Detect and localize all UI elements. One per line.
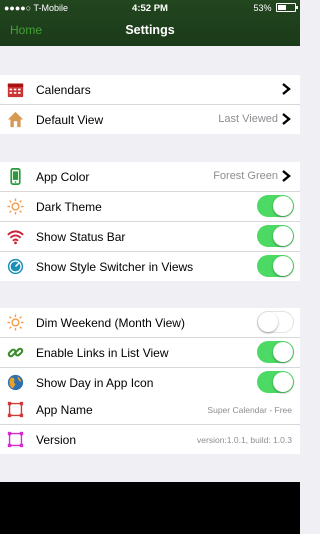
row-label: Calendars [36, 83, 91, 97]
row-version: Version version:1.0.1, build: 1.0.3 [0, 425, 300, 454]
row-value: Forest Green [213, 170, 278, 182]
row-label: Show Style Switcher in Views [36, 260, 194, 274]
toggle-switch[interactable] [257, 255, 294, 277]
toggle-switch[interactable] [257, 195, 294, 217]
toggle-switch[interactable] [257, 341, 294, 363]
nav-bar: Home Settings [0, 17, 300, 45]
row-label: App Name [36, 403, 93, 417]
row-app-name: App Name Super Calendar - Free [0, 395, 300, 425]
row-value: Last Viewed [218, 113, 278, 125]
row-show-status-bar: Show Status Bar [0, 222, 300, 252]
row-default-view[interactable]: Default View Last Viewed [0, 105, 300, 134]
link-icon [7, 344, 24, 361]
toggle-switch[interactable] [257, 371, 294, 393]
row-show-day-in-app-icon: Show Day in App Icon [0, 368, 300, 397]
row-label: Default View [36, 113, 104, 127]
speedometer-icon [7, 258, 24, 275]
row-label: App Color [36, 170, 90, 184]
calendar-icon [7, 81, 24, 98]
settings-group-3: Dim Weekend (Month View) Enable Links in … [0, 308, 300, 397]
globe-icon [7, 374, 24, 391]
header: ●●●●○ T-Mobile 4:52 PM 53% Home Settings [0, 0, 300, 46]
toggle-knob [258, 312, 278, 332]
row-show-style-switcher-in-views: Show Style Switcher in Views [0, 252, 300, 281]
row-label: Enable Links in List View [36, 346, 169, 360]
sun-icon [7, 314, 24, 331]
sun-icon [7, 198, 24, 215]
bottom-bar [0, 482, 300, 534]
toggle-knob [273, 196, 293, 216]
frame-red-icon [7, 401, 24, 418]
toggle-knob [273, 226, 293, 246]
toggle-knob [273, 256, 293, 276]
row-label: Show Day in App Icon [36, 376, 154, 390]
row-value: version:1.0.1, build: 1.0.3 [197, 435, 292, 445]
row-app-color[interactable]: App Color Forest Green [0, 162, 300, 192]
battery-percent: 53% [253, 3, 272, 13]
frame-magenta-icon [7, 431, 24, 448]
row-dark-theme: Dark Theme [0, 192, 300, 222]
page-title: Settings [125, 23, 175, 37]
chevron-right-icon[interactable] [280, 82, 292, 96]
toggle-switch[interactable] [257, 311, 294, 333]
settings-group-4: App Name Super Calendar - Free Version vers… [0, 395, 300, 454]
row-label: Dark Theme [36, 200, 102, 214]
chevron-right-icon[interactable] [280, 112, 292, 126]
row-dim-weekend-month-view: Dim Weekend (Month View) [0, 308, 300, 338]
battery-icon [276, 3, 298, 12]
row-enable-links-in-list-view: Enable Links in List View [0, 338, 300, 368]
chevron-right-icon[interactable] [280, 169, 292, 183]
toggle-knob [273, 372, 293, 392]
phone-icon [7, 168, 24, 185]
toggle-switch[interactable] [257, 225, 294, 247]
status-bar: ●●●●○ T-Mobile 4:52 PM 53% [0, 0, 300, 16]
wifi-icon [7, 228, 24, 245]
row-calendars[interactable]: Calendars [0, 75, 300, 105]
row-label: Version [36, 433, 77, 447]
toggle-knob [273, 342, 293, 362]
home-icon [7, 111, 24, 128]
settings-group-2: App Color Forest Green Dark Theme Show Stat… [0, 162, 300, 281]
row-label: Show Status Bar [36, 230, 126, 244]
row-value: Super Calendar - Free [207, 405, 292, 415]
settings-group-1: Calendars Default View Last Viewed [0, 75, 300, 134]
row-label: Dim Weekend (Month View) [36, 316, 185, 330]
battery-indicator: 53% [253, 3, 298, 13]
